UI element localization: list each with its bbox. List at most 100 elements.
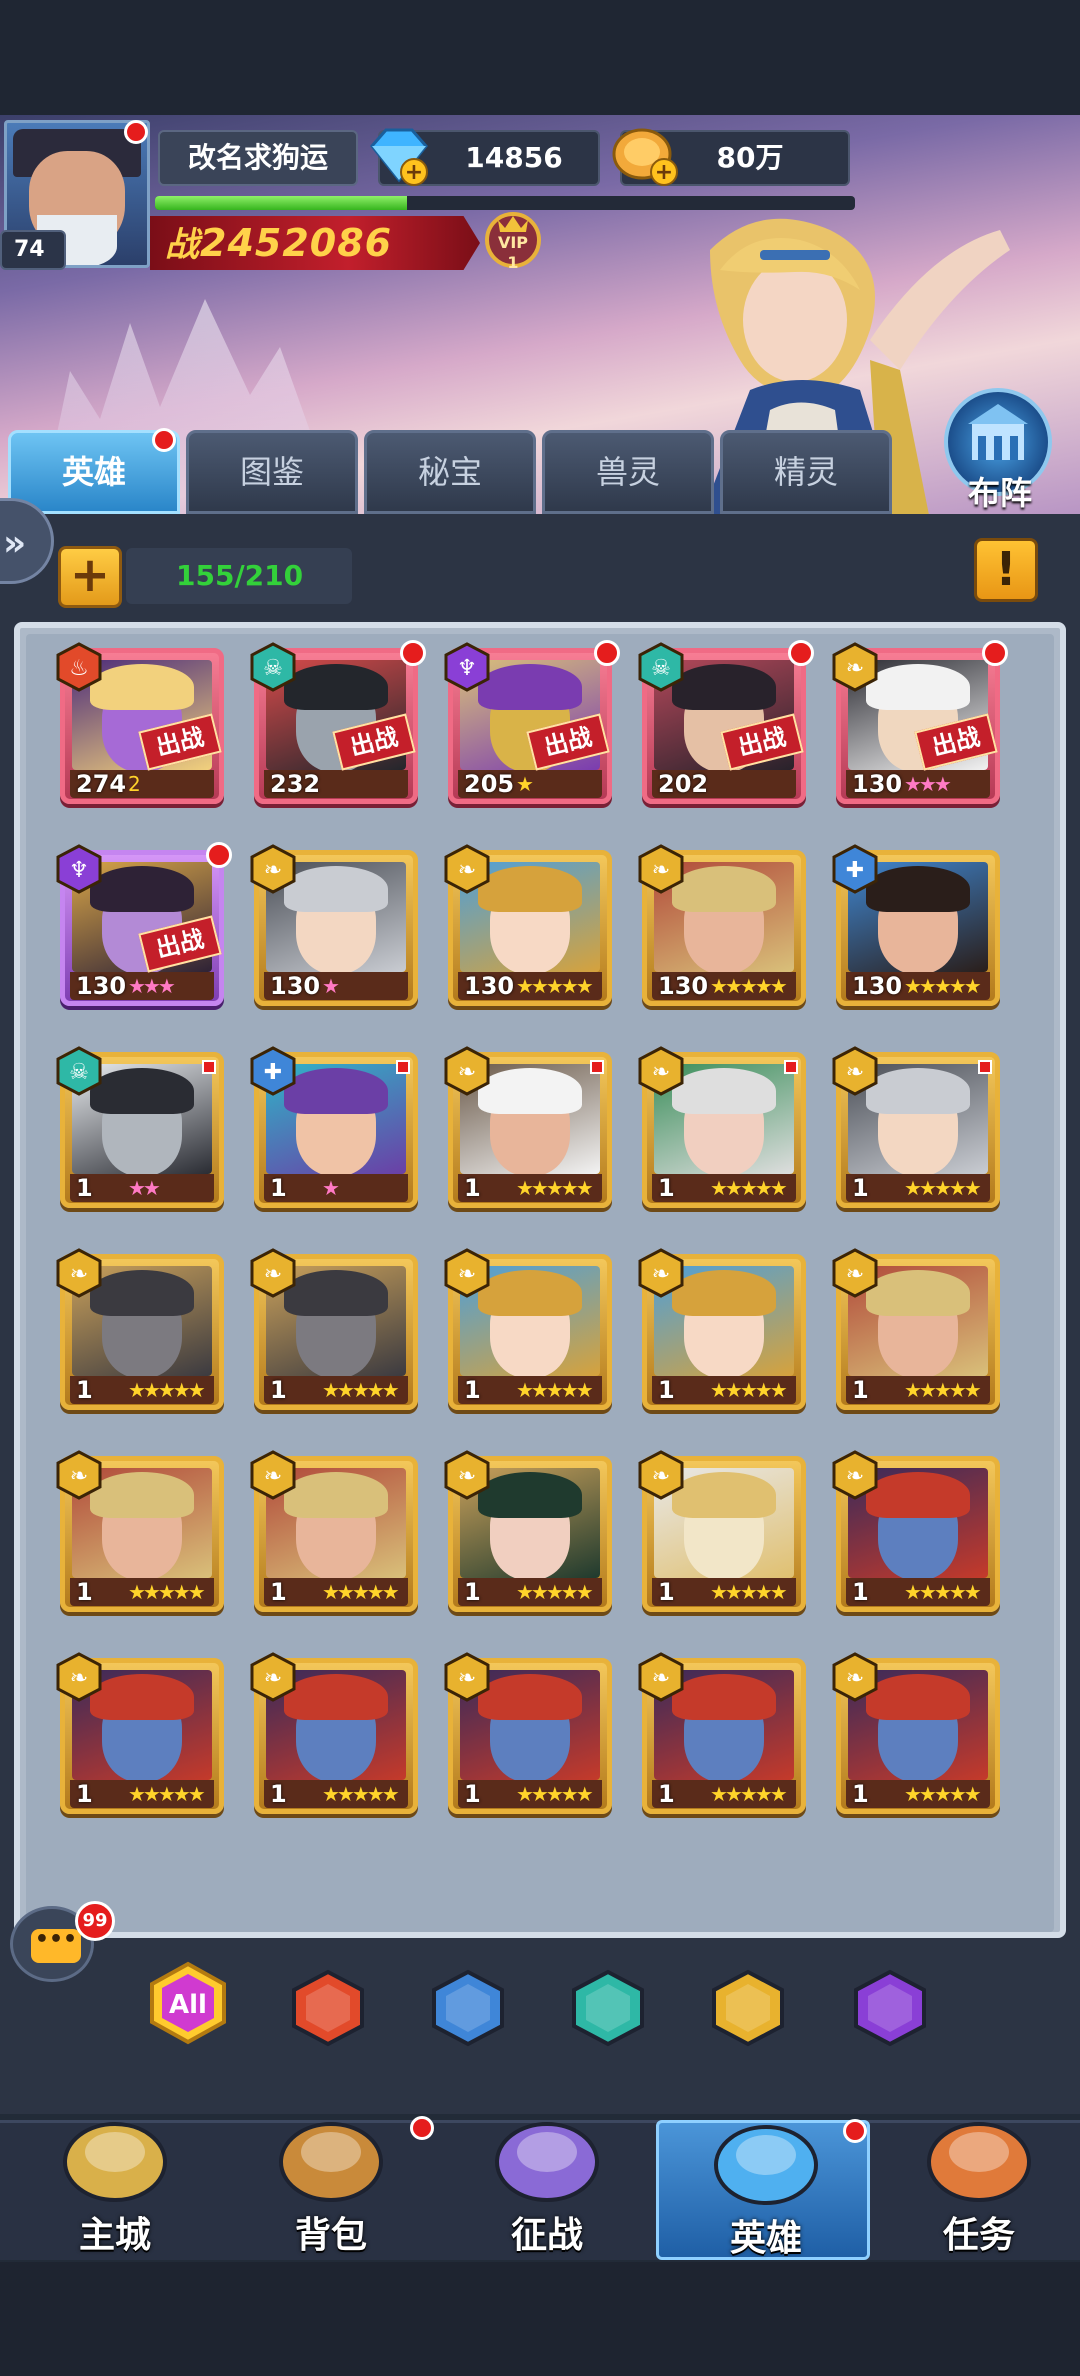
chat-button[interactable]: ••• 99 <box>10 1901 115 1982</box>
hero-card[interactable]: 1 ★★★★★ ❧ <box>56 1248 224 1410</box>
hero-card[interactable]: 232 ☠ 出战 <box>250 640 426 804</box>
svg-text:❧: ❧ <box>70 1262 88 1287</box>
hero-card-footer: 1 ★★★★★ <box>458 1376 602 1404</box>
nav-label: 英雄 <box>729 2218 802 2259</box>
hero-card[interactable]: 1 ★★★★★ ❧ <box>832 1248 1000 1410</box>
hero-card[interactable]: 1 ★★★★★ ❧ <box>250 1450 418 1612</box>
hero-level: 130 <box>270 972 321 1000</box>
hero-card[interactable]: 1 ★★★★★ ❧ <box>444 1248 612 1410</box>
hero-grid-inner: 274 2 ♨ 出战 232 ☠ 出战 205 ★ ♆ 出战 202 ☠ 出战 130 ★★★ ❧ 出战 130 ★★… <box>26 634 1054 1932</box>
gold-add-icon[interactable]: + <box>610 124 684 190</box>
hero-card-footer: 130 ★ <box>264 972 408 1000</box>
formation-button[interactable]: 布阵 <box>944 388 1056 514</box>
nav-castle[interactable]: 主城 <box>8 2120 222 2260</box>
hero-card[interactable]: 130 ★★★★★ ✚ <box>832 844 1000 1006</box>
hero-card[interactable]: 1 ★★★★★ ❧ <box>832 1652 1000 1814</box>
nav-chest[interactable]: 背包 <box>224 2116 438 2260</box>
hero-card[interactable]: 1 ★★★★★ ❧ <box>638 1450 806 1612</box>
hero-level: 1 <box>658 1578 675 1606</box>
hero-level: 274 <box>76 770 127 798</box>
fire-faction-icon[interactable] <box>288 1968 368 2048</box>
nav-hero-helmet[interactable]: 英雄 <box>656 2119 870 2260</box>
hero-level: 1 <box>270 1578 287 1606</box>
tab-spirit[interactable]: 精灵 <box>720 430 892 514</box>
tab-beast-spirit[interactable]: 兽灵 <box>542 430 714 514</box>
hero-stars: ★★★★★ <box>516 1580 594 1604</box>
chest-icon <box>279 2122 383 2202</box>
nav-dragon-portal[interactable]: 征战 <box>440 2120 654 2260</box>
hero-level: 130 <box>76 972 127 1000</box>
fire-faction-icon: ♨ <box>56 642 102 692</box>
hero-card[interactable]: 1 ★ ✚ <box>250 1046 418 1208</box>
player-name[interactable]: 改名求狗运 <box>158 130 358 186</box>
hero-stars: ★★★★★ <box>710 974 788 998</box>
hero-card[interactable]: 1 ★★★★★ ❧ <box>250 1652 418 1814</box>
vip-badge-icon[interactable]: VIP 1 <box>478 208 548 278</box>
svg-text:❧: ❧ <box>846 1464 864 1489</box>
hero-card[interactable]: 205 ★ ♆ 出战 <box>444 640 620 804</box>
nav-scroll[interactable]: 任务 <box>872 2120 1080 2260</box>
hero-card[interactable]: 1 ★★★★★ ❧ <box>56 1450 224 1612</box>
hero-card[interactable]: 130 ★★★ ♆ 出战 <box>56 842 232 1006</box>
hero-level: 1 <box>76 1578 93 1606</box>
hero-stars: ★★★★★ <box>904 974 982 998</box>
hero-card-footer: 1 ★★★★★ <box>264 1578 408 1606</box>
expand-capacity-button[interactable]: + <box>58 546 122 608</box>
hero-card[interactable]: 1 ★★★★★ ❧ <box>638 1046 806 1208</box>
hero-card[interactable]: 1 ★★★★★ ❧ <box>638 1248 806 1410</box>
light-faction-icon: ❧ <box>832 642 878 692</box>
system-status-bar <box>0 0 1080 115</box>
svg-text:❧: ❧ <box>652 1060 670 1085</box>
light-faction-icon: ❧ <box>638 1248 684 1298</box>
light-faction-icon: ❧ <box>56 1248 102 1298</box>
hero-stars: ★ <box>516 772 534 796</box>
hero-stars: ★★★★★ <box>904 1176 982 1200</box>
hero-level: 130 <box>464 972 515 1000</box>
hero-card[interactable]: 1 ★★★★★ ❧ <box>250 1248 418 1410</box>
hero-card[interactable]: 274 2 ♨ 出战 <box>56 642 224 804</box>
hero-card[interactable]: 1 ★★★★★ ❧ <box>444 1450 612 1612</box>
tab-codex[interactable]: 图鉴 <box>186 430 358 514</box>
filter-all-button[interactable]: All <box>146 1960 230 2046</box>
hero-card[interactable]: 1 ★★★★★ ❧ <box>832 1046 1000 1208</box>
hero-card[interactable]: 1 ★★★★★ ❧ <box>444 1046 612 1208</box>
hero-stars: 2 <box>128 772 141 796</box>
hero-level: 1 <box>852 1780 869 1808</box>
demon-faction-icon: ♆ <box>444 642 490 692</box>
demon-faction-icon[interactable] <box>850 1968 930 2048</box>
tab-treasure[interactable]: 秘宝 <box>364 430 536 514</box>
hero-card[interactable]: 1 ★★★★★ ❧ <box>56 1652 224 1814</box>
hero-card-footer: 130 ★★★ <box>70 972 214 1000</box>
hero-stars: ★★★★★ <box>128 1580 206 1604</box>
hero-notification-dot <box>206 842 232 868</box>
hero-stars: ★★★★★ <box>516 1378 594 1402</box>
svg-text:❧: ❧ <box>652 1464 670 1489</box>
hero-card[interactable]: 130 ★★★★★ ❧ <box>638 844 806 1006</box>
diamond-add-icon[interactable]: + <box>364 124 434 190</box>
info-button[interactable]: ! <box>974 538 1038 602</box>
hero-card[interactable]: 202 ☠ 出战 <box>638 640 814 804</box>
hero-card[interactable]: 130 ★★★★★ ❧ <box>444 844 612 1006</box>
hero-card[interactable]: 1 ★★★★★ ❧ <box>832 1450 1000 1612</box>
water-faction-icon: ✚ <box>250 1046 296 1096</box>
hero-card[interactable]: 1 ★★ ☠ <box>56 1046 224 1208</box>
filter-all-label: All <box>169 1990 207 2020</box>
diamond-amount: 14856 <box>465 141 563 174</box>
svg-text:❧: ❧ <box>652 1666 670 1691</box>
hero-stars: ★★★★★ <box>710 1580 788 1604</box>
water-faction-icon[interactable] <box>428 1968 508 2048</box>
hero-card[interactable]: 1 ★★★★★ ❧ <box>444 1652 612 1814</box>
light-faction-icon: ❧ <box>56 1652 102 1702</box>
skull-faction-icon[interactable] <box>568 1968 648 2048</box>
hero-stars: ★★★★★ <box>710 1176 788 1200</box>
hero-card[interactable]: 1 ★★★★★ ❧ <box>638 1652 806 1814</box>
hero-capacity-count: 155/210 <box>126 548 352 604</box>
hero-card[interactable]: 130 ★★★ ❧ 出战 <box>832 640 1008 804</box>
light-faction-icon[interactable] <box>708 1968 788 2048</box>
hero-card[interactable]: 130 ★ ❧ <box>250 844 418 1006</box>
hero-card-footer: 1 ★★★★★ <box>70 1578 214 1606</box>
water-faction-icon: ✚ <box>832 844 878 894</box>
hero-level: 1 <box>464 1780 481 1808</box>
svg-text:❧: ❧ <box>652 858 670 883</box>
light-faction-icon: ❧ <box>832 1046 878 1096</box>
